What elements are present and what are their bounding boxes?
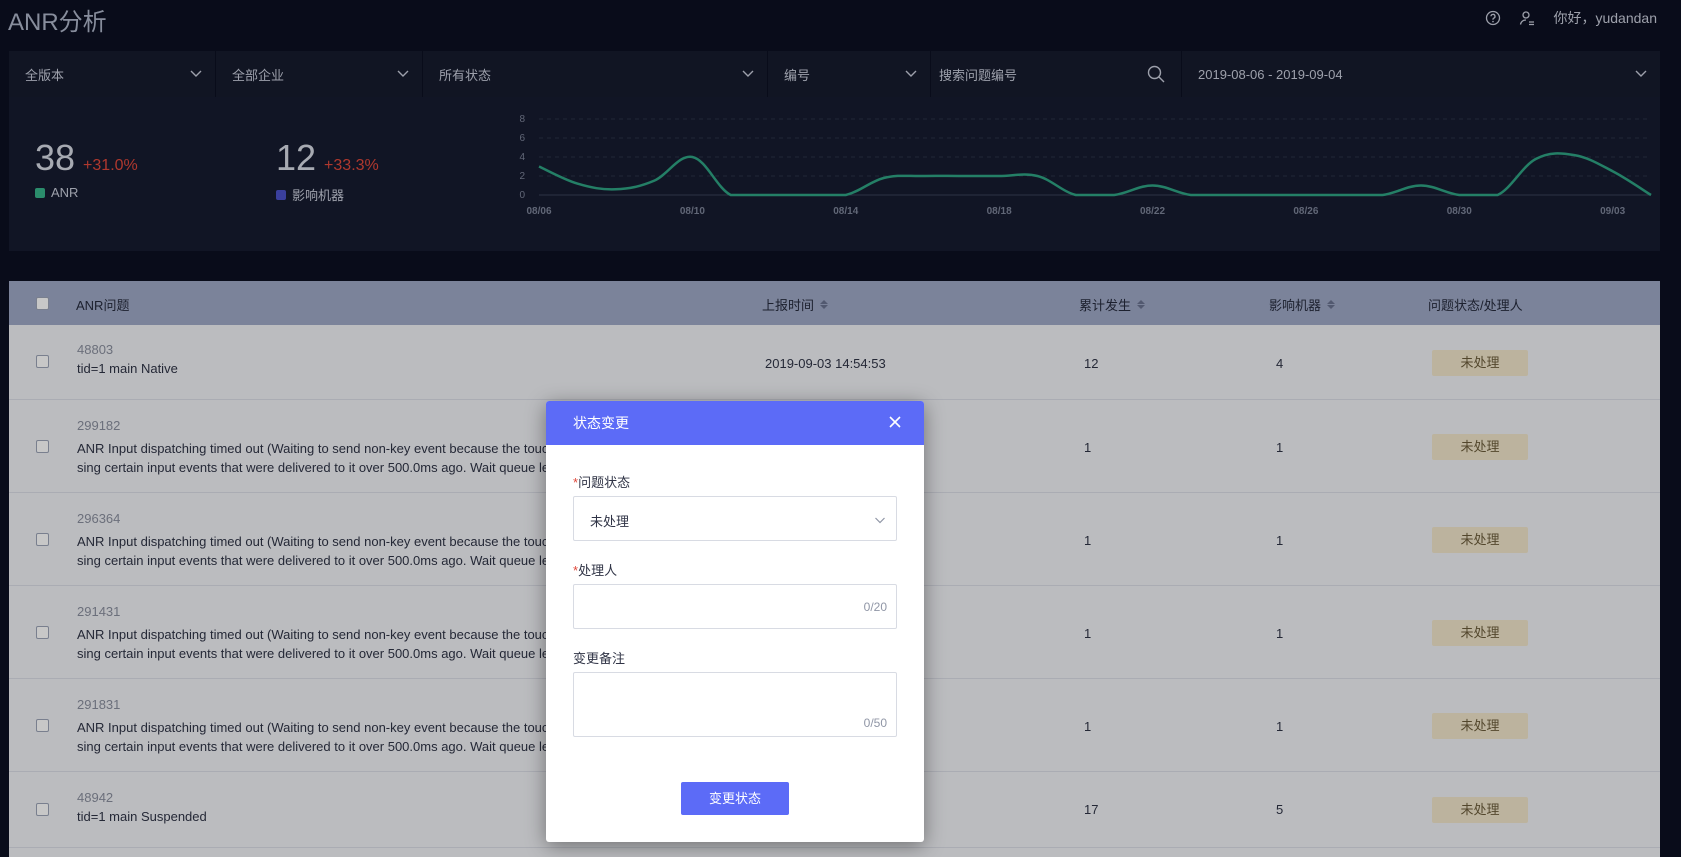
- handler-field-label: *处理人: [573, 560, 617, 579]
- note-textarea[interactable]: 0/50: [573, 672, 897, 737]
- status-label-text: 问题状态: [578, 475, 631, 490]
- status-field-label: *问题状态: [573, 472, 630, 491]
- status-select-field[interactable]: 未处理: [573, 496, 897, 541]
- handler-char-counter: 0/20: [863, 600, 887, 614]
- note-label-text: 变更备注: [573, 651, 626, 666]
- close-icon[interactable]: [888, 415, 902, 429]
- note-char-counter: 0/50: [863, 716, 887, 730]
- handler-input[interactable]: 0/20: [573, 584, 897, 629]
- dialog-title: 状态变更: [573, 415, 629, 431]
- dialog-header: 状态变更: [546, 401, 924, 445]
- change-status-button[interactable]: 变更状态: [681, 782, 789, 815]
- status-select-value: 未处理: [590, 514, 630, 529]
- status-change-dialog: 状态变更 *问题状态 未处理 *处理人 0/20 变更备注 0/50 变更状态: [546, 401, 924, 842]
- note-field-label: 变更备注: [573, 648, 625, 667]
- chevron-down-icon: [875, 517, 885, 524]
- handler-label-text: 处理人: [578, 563, 618, 578]
